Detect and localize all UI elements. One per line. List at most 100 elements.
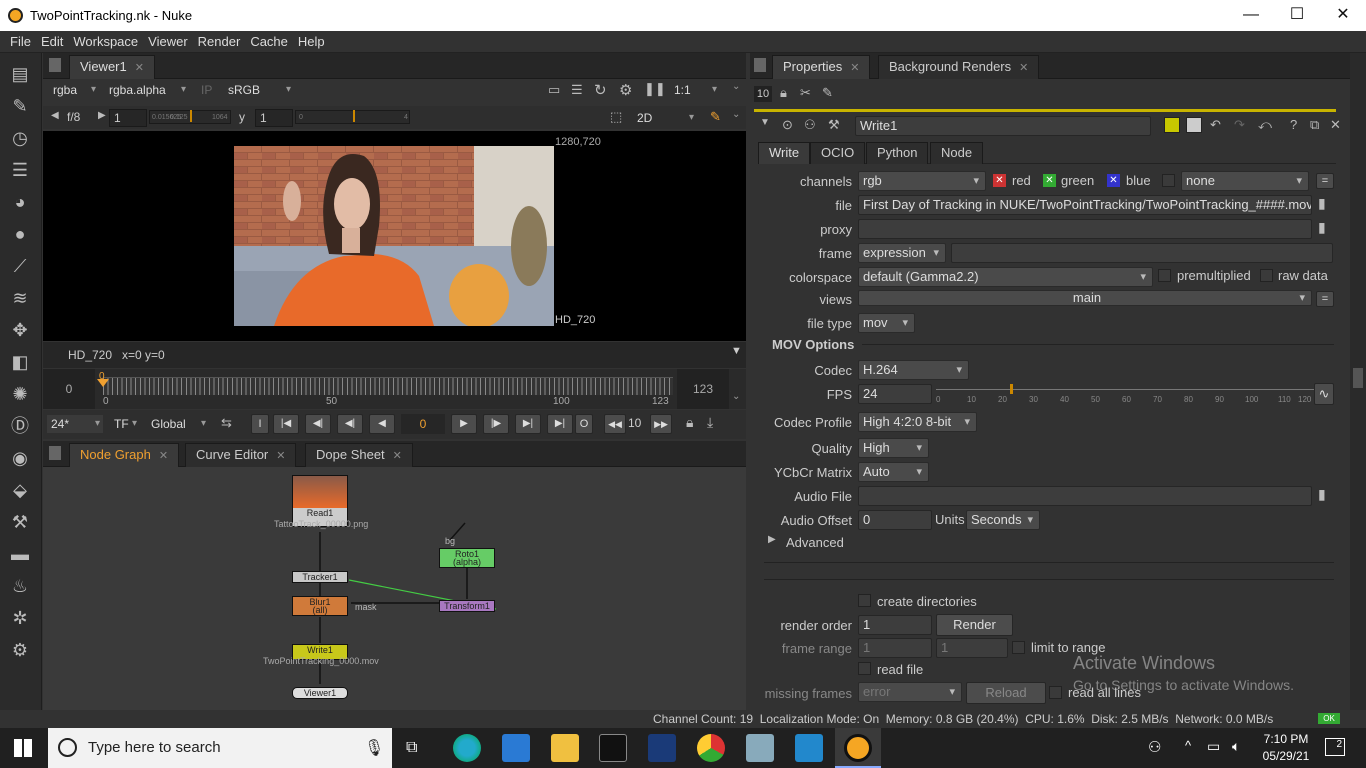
subtab-write[interactable]: Write [758, 142, 811, 164]
tab-viewer1[interactable]: Viewer1 ✕ [69, 55, 155, 79]
loop-icon[interactable]: ⇆ [221, 415, 232, 431]
gain-slider[interactable]: 0.015625 0.125 1064 [149, 110, 231, 124]
properties-scrollbar[interactable] [1350, 53, 1366, 710]
fps-dropdown[interactable]: 24* [47, 415, 103, 433]
views-nodes-icon[interactable]: ◉ [9, 447, 31, 469]
channels-link-button[interactable]: = [1316, 173, 1334, 189]
float-icon[interactable]: ⧉ [1310, 117, 1319, 133]
prev-frame-button[interactable]: ◀| [337, 414, 363, 434]
views-select[interactable]: main [858, 290, 1312, 306]
skip-back-button[interactable]: ◀◀ [604, 414, 626, 434]
audio-browse-icon[interactable]: ▮ [1318, 486, 1326, 503]
redo-icon[interactable]: ↷ [1234, 117, 1245, 133]
global-dropdown[interactable]: Global [147, 415, 209, 433]
skip-forward-button[interactable]: ▶▶ [650, 414, 672, 434]
clear-panels-icon[interactable]: ✂ [800, 85, 811, 101]
other-nodes-icon[interactable]: ▬ [9, 543, 31, 565]
file-field[interactable]: First Day of Tracking in NUKE/TwoPointTr… [858, 195, 1312, 215]
channel-nodes-icon[interactable]: ☰ [9, 159, 31, 181]
fstop-right-icon[interactable]: ▶ [98, 110, 106, 121]
mode-dropdown[interactable]: 2D [633, 109, 697, 127]
ycbcr-select[interactable]: Auto [858, 462, 929, 482]
gamma-slider[interactable]: 0 4 [295, 110, 410, 124]
gamma-field[interactable]: 1 [255, 109, 293, 127]
red-checkbox[interactable]: ✕ [993, 174, 1006, 187]
task-view-icon[interactable]: ⧉ [406, 739, 417, 757]
3d-nodes-icon[interactable]: ◧ [9, 351, 31, 373]
subtab-node[interactable]: Node [930, 142, 984, 164]
chrome-icon[interactable] [697, 734, 725, 762]
cara-nodes-icon[interactable]: ⚙ [9, 639, 31, 661]
color-nodes-icon[interactable]: ◕ [9, 191, 31, 213]
file-browse-icon[interactable]: ▮ [1318, 195, 1326, 212]
close-tab-icon[interactable]: ✕ [135, 62, 144, 74]
node-name-field[interactable]: Write1 [855, 116, 1151, 136]
panel-menu2-icon[interactable] [49, 446, 61, 460]
terminal-icon[interactable] [599, 734, 627, 762]
frame-expression-field[interactable] [951, 243, 1333, 263]
audiooffset-field[interactable]: 0 [858, 510, 932, 530]
time-nodes-icon[interactable]: ◷ [9, 127, 31, 149]
readfile-checkbox[interactable] [858, 662, 871, 675]
edge-icon[interactable] [453, 734, 481, 762]
node-settings-icon[interactable]: ⚒ [828, 117, 840, 133]
flipbook-icon[interactable]: ⤓ [707, 414, 713, 431]
settings-icon[interactable]: ⚙ [619, 81, 632, 99]
blue-checkbox[interactable]: ✕ [1107, 174, 1120, 187]
limit-checkbox[interactable] [1012, 641, 1025, 654]
current-frame-field[interactable]: 0 [401, 414, 445, 434]
image-nodes-icon[interactable]: ▤ [9, 63, 31, 85]
nukex-nodes-icon[interactable]: ✲ [9, 607, 31, 629]
in-point-button[interactable]: I [251, 414, 269, 434]
createdirs-checkbox[interactable] [858, 594, 871, 607]
node-viewer-icon[interactable]: ⚇ [804, 117, 816, 133]
blur1-node[interactable]: Blur1 (all) [292, 596, 348, 616]
timeline-scrubber[interactable] [103, 377, 673, 395]
codec-select[interactable]: H.264 [858, 360, 969, 380]
missing-select[interactable]: error [858, 682, 962, 702]
framerange-start[interactable]: 1 [858, 638, 932, 658]
channels-select[interactable]: rgb [858, 171, 986, 191]
tab-node-graph[interactable]: Node Graph ✕ [69, 443, 180, 467]
tray-chevron-icon[interactable]: ^ [1185, 738, 1191, 753]
tab-background-renders[interactable]: Background Renders ✕ [878, 55, 1040, 79]
frame-select[interactable]: expression [858, 243, 946, 263]
play-backward-button[interactable]: ◀ [369, 414, 395, 434]
max-panels-field[interactable]: 10 [754, 86, 772, 102]
readlines-checkbox[interactable] [1049, 686, 1062, 699]
deep-nodes-icon[interactable]: Ⓓ [9, 415, 31, 437]
views-link-button[interactable]: = [1316, 291, 1334, 307]
proxy-field[interactable] [858, 219, 1312, 239]
first-frame-button[interactable]: |◀ [273, 414, 299, 434]
tab-dope-sheet[interactable]: Dope Sheet ✕ [305, 443, 413, 467]
roto1-node[interactable]: Roto1 (alpha) [439, 548, 495, 568]
channels-dropdown[interactable]: rgba [49, 81, 99, 99]
zoom-dropdown[interactable]: 1:1 [670, 81, 720, 99]
tracker1-node[interactable]: Tracker1 [292, 571, 348, 583]
tab-curve-editor[interactable]: Curve Editor ✕ [185, 443, 297, 467]
quality-select[interactable]: High [858, 438, 929, 458]
render-button[interactable]: Render [936, 614, 1013, 636]
info-dropdown-icon[interactable]: ▼ [731, 345, 742, 357]
node-view-icon[interactable]: ⊙ [782, 117, 793, 133]
transform-nodes-icon[interactable]: ✥ [9, 319, 31, 341]
edit-icon[interactable]: ✎ [822, 85, 833, 101]
metadata-nodes-icon[interactable]: ⬙ [9, 479, 31, 501]
help-icon[interactable]: ? [1290, 117, 1297, 132]
menu-viewer[interactable]: Viewer [143, 31, 193, 52]
collapse2-icon[interactable]: ⌄ [732, 109, 740, 120]
refresh-icon[interactable]: ↻ [594, 81, 607, 99]
pause-icon[interactable]: ❚❚ [644, 81, 666, 97]
lock-panel-icon[interactable]: 🔒︎ [780, 85, 787, 101]
green-checkbox[interactable]: ✕ [1043, 174, 1056, 187]
panel-menu3-icon[interactable] [754, 58, 766, 72]
merge-nodes-icon[interactable]: ≋ [9, 287, 31, 309]
node-color-icon[interactable] [1164, 117, 1180, 133]
revert-icon[interactable]: ⤺ [1258, 117, 1272, 133]
filetype-select[interactable]: mov [858, 313, 915, 333]
extra-channel-select[interactable]: none [1181, 171, 1309, 191]
powershell-icon[interactable] [648, 734, 676, 762]
colorspace-select[interactable]: default (Gamma2.2) [858, 267, 1153, 287]
reload-button[interactable]: Reload [966, 682, 1046, 704]
pick-icon[interactable]: ✎ [710, 109, 721, 125]
